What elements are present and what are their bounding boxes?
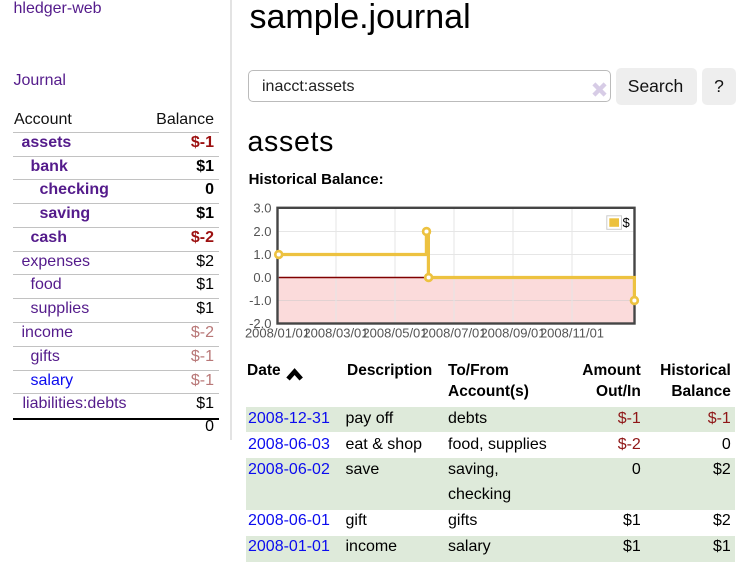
- svg-text:2008/01/01: 2008/01/01: [245, 326, 310, 341]
- svg-text:2008/11/01: 2008/11/01: [540, 326, 604, 341]
- svg-text:3.0: 3.0: [253, 200, 271, 215]
- svg-text:2008/09/01: 2008/09/01: [480, 326, 545, 341]
- svg-text:2.0: 2.0: [253, 224, 271, 239]
- svg-text:$: $: [623, 215, 631, 230]
- svg-text:2008/07/01: 2008/07/01: [421, 326, 486, 341]
- svg-text:0.0: 0.0: [253, 270, 271, 285]
- svg-text:2008/05/01: 2008/05/01: [362, 326, 427, 341]
- svg-text:1.0: 1.0: [253, 247, 271, 262]
- svg-text:-1.0: -1.0: [249, 293, 271, 308]
- svg-text:2008/03/01: 2008/03/01: [303, 326, 368, 341]
